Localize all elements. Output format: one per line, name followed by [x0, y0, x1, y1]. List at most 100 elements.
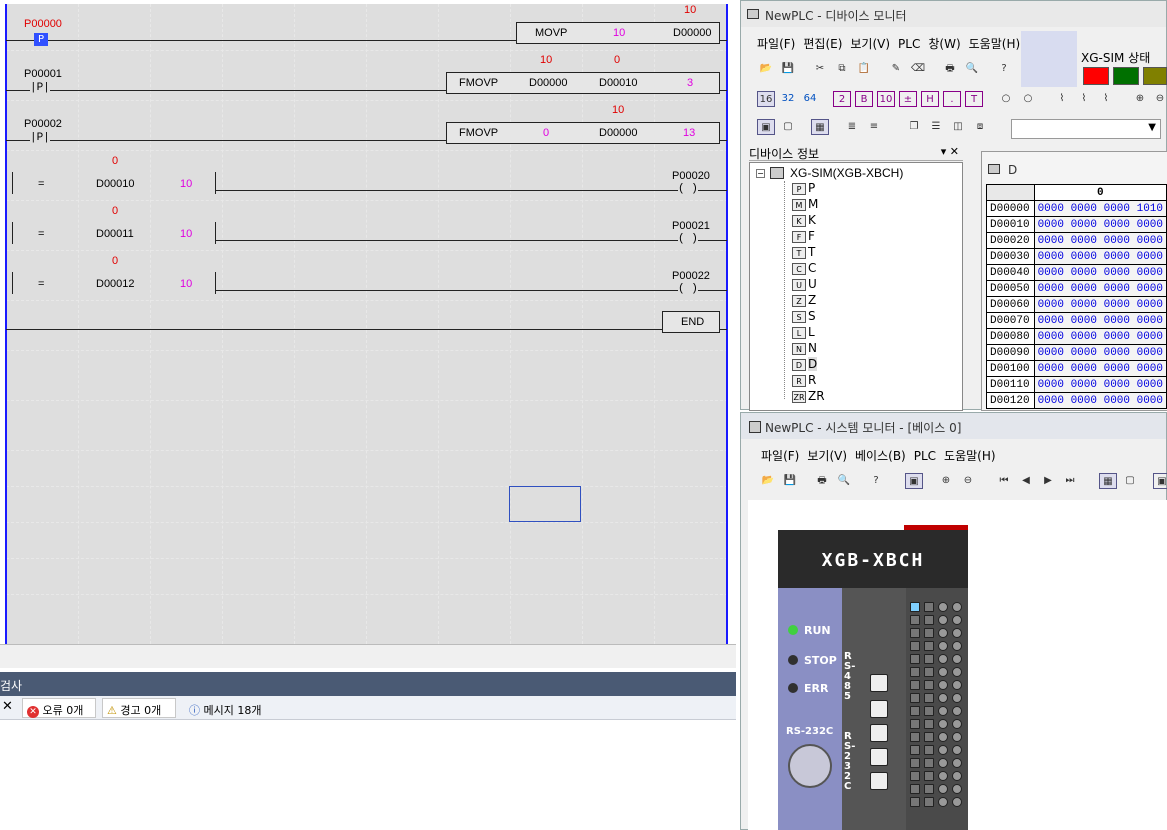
- edit-icon[interactable]: ✎: [887, 61, 905, 77]
- p-contact[interactable]: |P|: [30, 82, 50, 94]
- io-terminal: [938, 719, 948, 729]
- cascade-icon[interactable]: ❐: [905, 119, 923, 135]
- save-icon[interactable]: 💾: [781, 473, 799, 489]
- tile-vertical-icon[interactable]: ◫: [949, 119, 967, 135]
- tree-item[interactable]: T: [808, 245, 815, 259]
- decimal-format-icon[interactable]: 10: [877, 91, 895, 107]
- fmovp-instruction[interactable]: FMOVP D00000 D00010 3: [446, 72, 720, 94]
- tree-item[interactable]: S: [808, 309, 816, 323]
- tree-item[interactable]: C: [808, 261, 816, 275]
- copy-icon[interactable]: ⧉: [833, 61, 851, 77]
- tree-item[interactable]: F: [808, 229, 815, 243]
- arrange-icon[interactable]: ⧈: [971, 119, 989, 135]
- device-tree[interactable]: − XG-SIM(XGB-XBCH) PP MM KK FF TT CC UU …: [749, 162, 963, 411]
- unregister-icon[interactable]: ≡: [865, 119, 883, 135]
- tree-item[interactable]: L: [808, 325, 815, 339]
- bit-on-icon[interactable]: ○: [1019, 91, 1037, 107]
- device-icon[interactable]: ▦: [811, 119, 829, 135]
- radix-16-button[interactable]: 16: [757, 91, 775, 107]
- io-terminal: [952, 693, 962, 703]
- p-contact[interactable]: |P|: [30, 132, 50, 144]
- system-monitor-menubar[interactable]: 파일(F) 보기(V) 베이스(B) PLC 도움말(H): [761, 447, 1004, 464]
- tree-item[interactable]: R: [808, 373, 816, 387]
- binary-format-icon[interactable]: 2: [833, 91, 851, 107]
- pulse2-icon[interactable]: ⌇: [1075, 91, 1093, 107]
- open-icon[interactable]: 📂: [759, 473, 777, 489]
- tree-item[interactable]: ZR: [808, 389, 825, 403]
- pulse3-icon[interactable]: ⌇: [1097, 91, 1115, 107]
- tree-item[interactable]: K: [808, 213, 816, 227]
- device-monitor-titlebar[interactable]: NewPLC - 디바이스 모니터: [741, 1, 1166, 27]
- hex-format-icon[interactable]: H: [921, 91, 939, 107]
- device-value-table[interactable]: 0 D00000 0000 0000 0000 1010 D00010 0000 0…: [986, 184, 1167, 409]
- module-icon[interactable]: ▦: [1099, 473, 1117, 489]
- tree-item[interactable]: P: [808, 181, 815, 195]
- preview-icon[interactable]: 🔍: [835, 473, 853, 489]
- io-terminal: [938, 602, 948, 612]
- collapse-icon[interactable]: −: [756, 169, 765, 178]
- tree-item-selected[interactable]: D: [808, 357, 818, 371]
- stop-monitor-icon[interactable]: ▢: [779, 119, 797, 135]
- zoom-in-icon[interactable]: ⊕: [937, 473, 955, 489]
- output-coil[interactable]: ( ): [678, 183, 698, 195]
- tree-item[interactable]: Z: [808, 293, 816, 307]
- stop-monitor-icon[interactable]: ▢: [1121, 473, 1139, 489]
- zoom-out-icon[interactable]: ⊖: [1151, 91, 1167, 107]
- device-icon[interactable]: ▣: [1153, 473, 1167, 489]
- float-format-icon[interactable]: .: [943, 91, 961, 107]
- io-terminal: [952, 615, 962, 625]
- errors-filter-button[interactable]: ✕ 오류 0개: [22, 698, 96, 718]
- ladder-editor[interactable]: P00000 P 10 MOVP 10 D00000 P00001 |P| 10…: [0, 0, 736, 668]
- end-instruction[interactable]: END: [662, 311, 720, 333]
- info-icon: ⓘ: [189, 704, 200, 717]
- signed-format-icon[interactable]: ±: [899, 91, 917, 107]
- output-coil[interactable]: ( ): [678, 283, 698, 295]
- device-table-window[interactable]: D 0 D00000 0000 0000 0000 1010 D00010 0000…: [981, 151, 1167, 411]
- panel-close-icon[interactable]: ▾ ✕: [941, 145, 959, 158]
- tree-item[interactable]: U: [808, 277, 817, 291]
- save-icon[interactable]: 💾: [779, 61, 797, 77]
- tree-root[interactable]: XG-SIM(XGB-XBCH): [790, 166, 903, 180]
- help-icon[interactable]: ?: [995, 61, 1013, 77]
- movp-instruction[interactable]: MOVP 10 D00000: [516, 22, 720, 44]
- text-format-icon[interactable]: T: [965, 91, 983, 107]
- monitor-icon[interactable]: ▣: [757, 119, 775, 135]
- prev-icon[interactable]: ◀: [1017, 473, 1035, 489]
- erase-icon[interactable]: ⌫: [909, 61, 927, 77]
- device-monitor-window[interactable]: NewPLC - 디바이스 모니터 파일(F) 편집(E) 보기(V) PLC 창(W)…: [740, 0, 1167, 411]
- print-icon[interactable]: 🖶: [813, 473, 831, 489]
- preview-icon[interactable]: 🔍: [963, 61, 981, 77]
- open-icon[interactable]: 📂: [757, 61, 775, 77]
- next-icon[interactable]: ▶: [1039, 473, 1057, 489]
- tree-item[interactable]: N: [808, 341, 817, 355]
- device-dropdown[interactable]: ▼: [1011, 119, 1161, 139]
- cut-icon[interactable]: ✂: [811, 61, 829, 77]
- system-monitor-titlebar[interactable]: NewPLC - 시스템 모니터 - [베이스 0]: [741, 413, 1166, 439]
- tile-horizontal-icon[interactable]: ☰: [927, 119, 945, 135]
- radix-32-button[interactable]: 32: [779, 91, 797, 107]
- horizontal-scrollbar[interactable]: [0, 644, 736, 668]
- status-light-yellow: [1143, 67, 1167, 85]
- help-icon[interactable]: ?: [867, 473, 885, 489]
- monitor-icon[interactable]: ▣: [905, 473, 923, 489]
- bit-off-icon[interactable]: ○: [997, 91, 1015, 107]
- print-icon[interactable]: 🖶: [941, 61, 959, 77]
- register-icon[interactable]: ≣: [843, 119, 861, 135]
- last-icon[interactable]: ⏭: [1061, 473, 1079, 489]
- bcd-format-icon[interactable]: B: [855, 91, 873, 107]
- info-filter-button[interactable]: ⓘ 메시지 18개: [184, 698, 274, 718]
- output-coil[interactable]: ( ): [678, 233, 698, 245]
- tree-item[interactable]: M: [808, 197, 818, 211]
- cursor-cell[interactable]: [509, 486, 581, 522]
- zoom-in-icon[interactable]: ⊕: [1131, 91, 1149, 107]
- first-icon[interactable]: ⏮: [995, 473, 1013, 489]
- fmovp-instruction[interactable]: FMOVP 0 D00000 13: [446, 122, 720, 144]
- paste-icon[interactable]: 📋: [855, 61, 873, 77]
- p-contact-selected[interactable]: P: [34, 33, 48, 46]
- pulse-icon[interactable]: ⌇: [1053, 91, 1071, 107]
- radix-64-button[interactable]: 64: [801, 91, 819, 107]
- warnings-filter-button[interactable]: ⚠ 경고 0개: [102, 698, 176, 718]
- device-monitor-menubar[interactable]: 파일(F) 편집(E) 보기(V) PLC 창(W) 도움말(H): [757, 35, 1028, 52]
- close-icon[interactable]: ✕: [2, 699, 13, 714]
- zoom-out-icon[interactable]: ⊖: [959, 473, 977, 489]
